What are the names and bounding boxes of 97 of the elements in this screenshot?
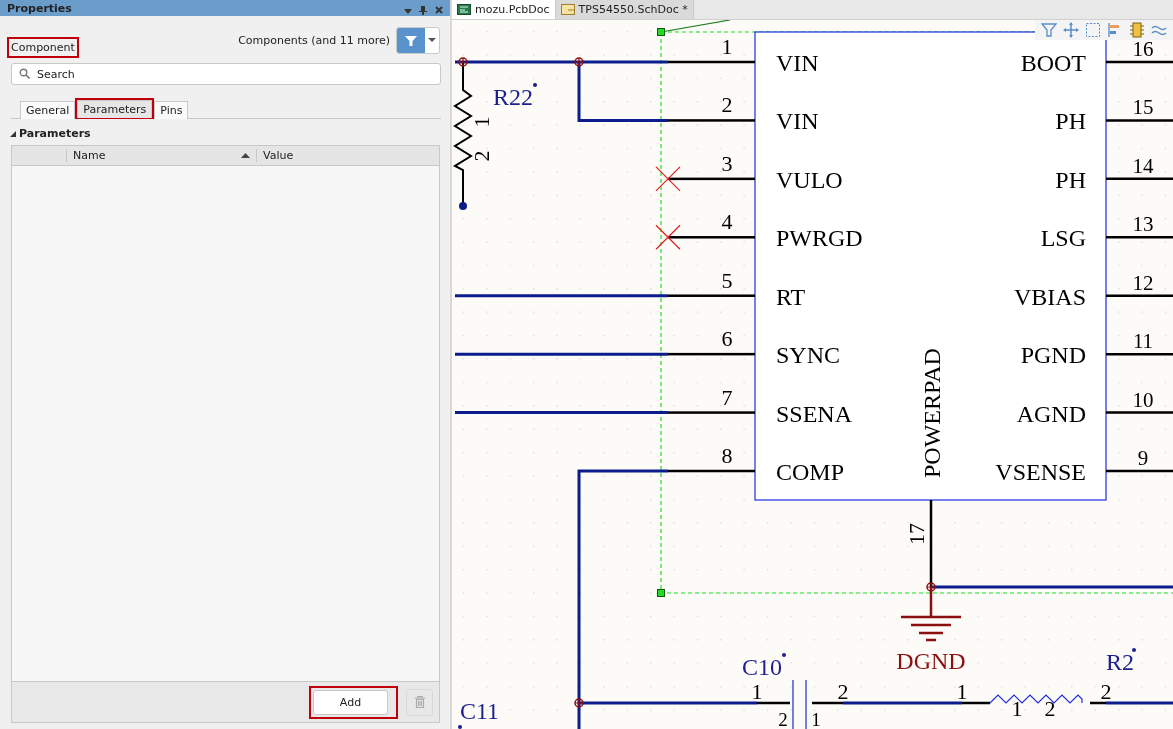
pin-name: RT: [776, 283, 806, 310]
pin-line: [1106, 294, 1173, 297]
designator: C11: [460, 698, 500, 724]
pin-number: 1: [811, 709, 821, 729]
delete-button[interactable]: [406, 688, 433, 716]
designator: R22: [493, 84, 533, 110]
pin-line: [1106, 177, 1173, 181]
pin-line: [1106, 469, 1173, 473]
pin-name: COMP: [776, 459, 845, 485]
search-field[interactable]: Search: [11, 63, 441, 85]
sheet-icon: [560, 4, 575, 15]
pin-number: 1: [1011, 696, 1023, 721]
pin-number: 2: [721, 92, 733, 118]
pin-number: 10: [1132, 387, 1154, 412]
pin-number: 12: [1132, 270, 1154, 295]
document-tab[interactable]: TPS54550.SchDoc *: [555, 0, 694, 19]
pin-number: 2: [778, 709, 788, 729]
panel-tab[interactable]: General: [20, 101, 76, 119]
designator-dot: [533, 83, 537, 87]
pin-number: 4: [721, 209, 733, 235]
select-rectangle-icon[interactable]: [1085, 22, 1101, 38]
pin-line: [1106, 60, 1173, 64]
pin-line: [1106, 236, 1173, 239]
pin-number: 2: [469, 150, 494, 162]
pin-number: 2: [837, 679, 849, 704]
designator: R2: [1106, 649, 1134, 675]
pin-name: BOOT: [1020, 50, 1086, 76]
pin-name: VBIAS: [1014, 283, 1086, 310]
pin-number: 5: [721, 267, 733, 293]
panel-tab[interactable]: Pins: [154, 101, 189, 119]
junction-dot: [926, 582, 936, 592]
no-connect-mark: [655, 166, 681, 192]
add-button[interactable]: Add: [313, 689, 388, 715]
panel-tab[interactable]: Parameters: [77, 100, 153, 118]
move-icon[interactable]: [1063, 22, 1079, 38]
pin-number: 1: [721, 34, 733, 59]
pin-line: [1106, 411, 1173, 414]
pin-number: 6: [721, 326, 733, 352]
capacitor-symbol: [792, 679, 807, 729]
sort-icon: [241, 153, 250, 158]
caret-icon: [428, 38, 436, 43]
pin-number: 14: [1132, 153, 1154, 178]
column-header[interactable]: Name: [73, 149, 106, 162]
object-type-label: Component: [11, 41, 75, 54]
board-icon: [457, 4, 471, 15]
pin-line: [1106, 119, 1173, 122]
pin-number: 15: [1132, 95, 1154, 120]
pin-name: PGND: [1020, 342, 1086, 369]
filter-label: Components (and 11 more): [238, 34, 390, 47]
junction-dot: [574, 698, 584, 708]
pin-number: 9: [1137, 446, 1149, 470]
junction-dot: [574, 57, 584, 67]
collapse-icon[interactable]: [10, 130, 16, 137]
pin-end-dot: [459, 202, 467, 210]
pin-name: LSG: [1040, 225, 1086, 252]
designator: C10: [742, 654, 782, 680]
pin-line: [1106, 352, 1173, 356]
pin-number: 1: [469, 116, 494, 128]
pin-name: SYNC: [776, 342, 841, 369]
filter-icon[interactable]: [1041, 22, 1057, 38]
pin-name: PH: [1055, 108, 1086, 135]
net-label: DGND: [896, 648, 966, 674]
pin-number: 7: [721, 384, 733, 410]
pin-name: POWERPAD: [919, 348, 945, 478]
designator-dot: [782, 653, 786, 657]
pin-number: 17: [904, 523, 929, 545]
pin-name: VIN: [776, 50, 819, 76]
pin-number: 3: [721, 150, 733, 176]
chip-icon[interactable]: [1129, 22, 1145, 38]
pin-icon[interactable]: [418, 5, 428, 15]
pin-number: 16: [1132, 37, 1154, 61]
designator-dot: [458, 725, 462, 729]
pin-name: PWRGD: [776, 225, 863, 252]
pin-number: 13: [1132, 212, 1154, 237]
pin-name: VSENSE: [995, 459, 1086, 485]
pin-number: 1: [956, 679, 968, 704]
pin-number: 8: [721, 443, 733, 468]
pin-number: 2: [1100, 679, 1112, 704]
pin-number: 2: [1044, 696, 1056, 721]
pin-number: 1: [751, 679, 763, 704]
pin-name: AGND: [1016, 400, 1086, 427]
section-title: Parameters: [19, 127, 91, 140]
pin-name: SSENA: [776, 400, 853, 427]
no-connect-mark: [655, 224, 681, 250]
pin-name: PH: [1055, 166, 1086, 193]
filter-icon: [405, 34, 417, 47]
pin-name: VULO: [776, 166, 843, 193]
document-tab[interactable]: mozu.PcbDoc: [452, 0, 556, 19]
junction-dot: [458, 57, 468, 67]
panel-title: Properties: [7, 3, 72, 15]
close-icon[interactable]: [434, 5, 444, 15]
filter-button[interactable]: [396, 27, 440, 54]
trash-icon: [414, 696, 425, 708]
column-header[interactable]: Value: [263, 149, 294, 162]
pin-number: 11: [1132, 329, 1154, 354]
designator-dot: [1132, 648, 1136, 652]
pin-name: VIN: [776, 108, 819, 135]
